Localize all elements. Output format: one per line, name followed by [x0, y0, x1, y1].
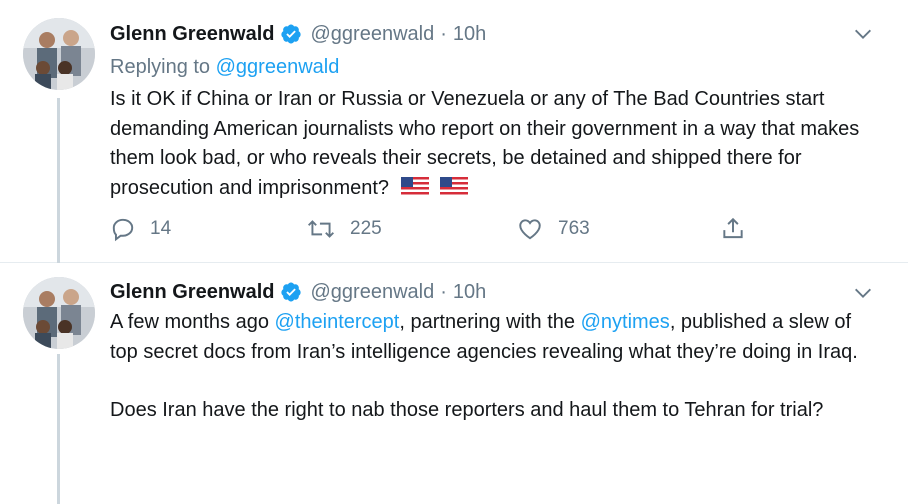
- separator-dot: ·: [440, 280, 447, 303]
- avatar-photo: [23, 18, 95, 90]
- share-button[interactable]: [720, 216, 760, 242]
- thread-line: [57, 354, 60, 504]
- tweet-header: Glenn Greenwald @ggreenwald · 10h: [110, 19, 486, 49]
- avatar[interactable]: [23, 277, 95, 349]
- mention-link-theintercept[interactable]: @theintercept: [275, 311, 400, 333]
- replying-to: Replying to @ggreenwald: [110, 56, 339, 79]
- retweet-icon: [307, 220, 335, 238]
- retweet-button[interactable]: 225: [306, 216, 382, 242]
- verified-badge-icon: [281, 24, 302, 44]
- author-handle[interactable]: @ggreenwald: [310, 281, 434, 304]
- text-span: , partnering with the: [399, 311, 581, 333]
- reply-count: 14: [150, 218, 172, 239]
- like-button[interactable]: 763: [516, 216, 590, 242]
- reply-button[interactable]: 14: [110, 216, 171, 242]
- chevron-down-icon[interactable]: [852, 23, 874, 45]
- separator-dot: ·: [440, 22, 447, 45]
- tweet[interactable]: Glenn Greenwald @ggreenwald · 10h Replyi…: [0, 0, 908, 263]
- text-span: A few months ago: [110, 311, 275, 333]
- thread-line: [57, 98, 60, 263]
- tweet-text: A few months ago @theintercept, partneri…: [110, 308, 880, 426]
- us-flag-icon: [400, 176, 429, 197]
- tweet-paragraph: A few months ago @theintercept, partneri…: [110, 308, 880, 367]
- verified-badge-icon: [281, 282, 302, 302]
- retweet-count: 225: [350, 218, 382, 239]
- us-flag-icon: [440, 176, 469, 197]
- tweet-actions: 14 225 763: [110, 216, 760, 250]
- tweet-body: Is it OK if China or Iran or Russia or V…: [110, 88, 860, 199]
- timestamp[interactable]: 10h: [453, 23, 486, 46]
- avatar-photo: [23, 277, 95, 349]
- author-name[interactable]: Glenn Greenwald: [110, 23, 274, 46]
- like-count: 763: [558, 218, 590, 239]
- chevron-down-icon[interactable]: [852, 282, 874, 304]
- avatar[interactable]: [23, 18, 95, 90]
- share-icon: [723, 217, 743, 239]
- tweet-header: Glenn Greenwald @ggreenwald · 10h: [110, 277, 486, 307]
- heart-icon: [519, 219, 541, 240]
- author-handle[interactable]: @ggreenwald: [310, 23, 434, 46]
- author-name[interactable]: Glenn Greenwald: [110, 281, 274, 304]
- mention-link-nytimes[interactable]: @nytimes: [581, 311, 670, 333]
- replying-prefix: Replying to: [110, 56, 211, 78]
- tweet-paragraph: Does Iran have the right to nab those re…: [110, 399, 824, 421]
- timestamp[interactable]: 10h: [453, 281, 486, 304]
- reply-icon: [112, 218, 134, 242]
- replying-mention-link[interactable]: @ggreenwald: [216, 56, 340, 78]
- tweet-text: Is it OK if China or Iran or Russia or V…: [110, 85, 880, 203]
